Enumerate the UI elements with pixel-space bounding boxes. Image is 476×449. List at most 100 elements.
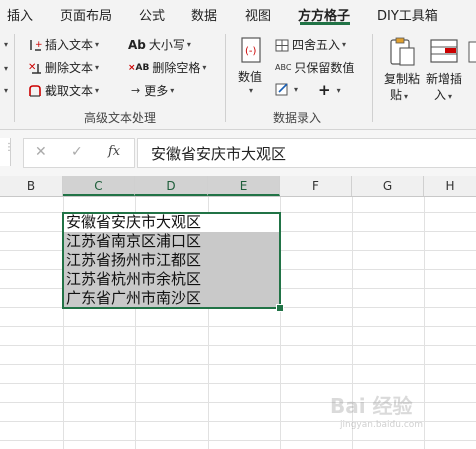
enter-icon[interactable]: ✓ xyxy=(71,144,83,160)
svg-text:✕: ✕ xyxy=(28,62,36,73)
chevron-down-icon: ▾ xyxy=(202,63,207,72)
delete-space-label: 删除空格 xyxy=(152,61,201,75)
group-separator xyxy=(14,34,15,122)
more-label: 更多 xyxy=(144,84,169,98)
fill-handle[interactable] xyxy=(276,304,284,312)
svg-text:+: + xyxy=(35,40,42,50)
column-headers: B C D E F G H xyxy=(0,176,476,197)
chevron-down-icon: ▾ xyxy=(95,40,100,49)
gridline xyxy=(0,326,476,327)
svg-text:(-): (-) xyxy=(245,46,257,57)
more-button[interactable]: → 更多 ▾ xyxy=(131,82,174,99)
tab-formulas[interactable]: 公式 xyxy=(139,5,165,24)
insert-rows-icon xyxy=(430,39,458,63)
partial-ribbon-button[interactable] xyxy=(468,36,476,106)
extract-text-label: 截取文本 xyxy=(45,84,94,98)
tab-page-layout[interactable]: 页面布局 xyxy=(60,5,112,24)
round-icon xyxy=(275,38,289,52)
group-separator xyxy=(372,34,373,122)
formula-input[interactable]: 安徽省安庆市大观区 xyxy=(137,138,476,168)
column-header-c[interactable]: C xyxy=(63,176,135,196)
extract-text-icon xyxy=(28,84,42,98)
column-header-d[interactable]: D xyxy=(135,176,208,196)
formula-text: 安徽省安庆市大观区 xyxy=(151,145,287,163)
chevron-down-icon: ▾ xyxy=(186,40,191,49)
tab-view[interactable]: 视图 xyxy=(245,5,271,24)
gridline xyxy=(0,364,476,365)
copy-paste-label-line1: 复制粘 xyxy=(384,72,421,86)
clipboard-icon xyxy=(390,37,415,66)
keep-values-label: 只保留数值 xyxy=(294,61,355,75)
cancel-icon[interactable]: ✕ xyxy=(35,144,47,160)
chevron-down-icon: ▾ xyxy=(95,63,100,72)
arrow-right-icon: → xyxy=(131,84,141,97)
drag-handle-icon[interactable]: ⋮ xyxy=(4,142,14,153)
column-header-h[interactable]: H xyxy=(424,176,476,196)
add-insert-label-line1: 新增插 xyxy=(426,72,463,86)
case-icon: Ab xyxy=(128,37,146,52)
chevron-down-icon: ▾ xyxy=(170,86,175,95)
tab-diy-toolbox[interactable]: DIY工具箱 xyxy=(377,5,438,24)
chevron-icon: ▾ xyxy=(4,86,9,95)
insert-function-icon[interactable]: fx xyxy=(108,144,120,159)
chevron-down-icon: ▾ xyxy=(294,84,299,94)
delete-space-button[interactable]: ×AB 删除空格 ▾ xyxy=(128,59,206,76)
column-header-g[interactable]: G xyxy=(352,176,424,196)
watermark-logo: Bai 经验 xyxy=(330,394,413,418)
selection-range xyxy=(62,212,281,309)
case-label: 大小写 xyxy=(148,38,185,52)
insert-text-label: 插入文本 xyxy=(45,38,94,52)
delete-space-icon: ×AB xyxy=(128,62,150,73)
round-label: 四舍五入 xyxy=(292,38,341,52)
ribbon: ▾ ▾ ▾ + 插入文本 ▾ ✕ 删除文本 ▾ 截取文本 ▾ Ab 大小写 ▾ … xyxy=(0,28,476,130)
chevron-down-icon: ▾ xyxy=(404,92,409,101)
active-tab-indicator xyxy=(300,22,350,25)
data-entry-tool-button[interactable]: ▾ xyxy=(275,82,298,96)
copy-paste-label-line2-text: 贴 xyxy=(390,88,403,102)
partial-button-icon xyxy=(468,41,476,63)
chevron-down-icon: ▾ xyxy=(336,85,341,95)
chevron-icon: ▾ xyxy=(4,40,9,49)
copy-paste-label-line2: 贴 ▾ xyxy=(390,86,408,103)
column-header-f[interactable]: F xyxy=(280,176,352,196)
gridline xyxy=(424,197,425,449)
group-label-data-entry: 数据录入 xyxy=(273,111,322,125)
extract-text-button[interactable]: 截取文本 ▾ xyxy=(28,82,99,99)
delete-text-label: 删除文本 xyxy=(45,61,94,75)
add-insert-button[interactable]: 新增插 入 ▾ xyxy=(424,36,466,106)
add-insert-label-line2-text: 入 xyxy=(434,88,447,102)
abc-icon: ABC xyxy=(275,63,292,72)
gridline xyxy=(0,345,476,346)
formula-bar: ⋮ ✕ ✓ fx 安徽省安庆市大观区 xyxy=(0,130,476,176)
keep-values-button[interactable]: ABC 只保留数值 xyxy=(275,59,354,76)
values-button[interactable]: (-) 数值 ▾ xyxy=(234,36,268,102)
edit-icon xyxy=(275,82,289,96)
plus-button[interactable]: + ▾ xyxy=(318,81,341,99)
formula-buttons: ✕ ✓ fx xyxy=(23,138,135,168)
values-label: 数值 xyxy=(238,70,263,84)
ribbon-tab-bar: 插入 页面布局 公式 数据 视图 方方格子 DIY工具箱 xyxy=(0,0,476,28)
copy-paste-button[interactable]: 复制粘 贴 ▾ xyxy=(380,36,422,106)
group-label-advanced-text: 高级文本处理 xyxy=(84,111,157,125)
insert-text-button[interactable]: + 插入文本 ▾ xyxy=(28,36,99,53)
gridline xyxy=(0,383,476,384)
values-icon: (-) xyxy=(241,37,261,63)
tab-data[interactable]: 数据 xyxy=(191,5,217,24)
delete-space-icon-text: AB xyxy=(135,62,150,73)
chevron-down-icon: ▾ xyxy=(249,86,254,95)
column-header-b[interactable]: B xyxy=(0,176,63,196)
chevron-icon: ▾ xyxy=(4,64,9,73)
delete-text-button[interactable]: ✕ 删除文本 ▾ xyxy=(28,59,99,76)
chevron-down-icon: ▾ xyxy=(448,92,453,101)
column-header-e[interactable]: E xyxy=(208,176,280,196)
group-separator xyxy=(225,34,226,122)
insert-text-icon: + xyxy=(28,38,43,52)
round-button[interactable]: 四舍五入 ▾ xyxy=(275,36,346,53)
tab-insert[interactable]: 插入 xyxy=(7,5,33,24)
chevron-down-icon: ▾ xyxy=(95,86,100,95)
plus-icon: + xyxy=(318,81,331,99)
add-insert-label-line2: 入 ▾ xyxy=(434,86,452,103)
watermark-url: jingyan.baidu.com xyxy=(340,420,424,430)
worksheet-grid[interactable]: 安徽省安庆市大观区 江苏省南京区浦口区 江苏省扬州市江都区 江苏省杭州市余杭区 … xyxy=(0,197,476,449)
case-button[interactable]: Ab 大小写 ▾ xyxy=(128,36,191,53)
